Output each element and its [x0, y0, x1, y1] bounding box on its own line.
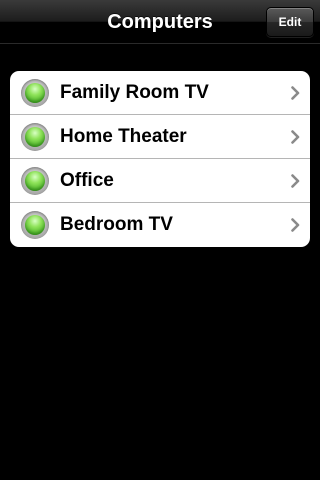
list-item-label: Home Theater [60, 126, 187, 147]
list-item-label: Office [60, 170, 114, 191]
status-light-icon [21, 211, 49, 239]
navigation-bar: Computers Edit [0, 0, 320, 44]
list-item-label: Bedroom TV [60, 214, 173, 235]
chevron-right-icon [291, 218, 300, 232]
computers-list: Family Room TV Home Theater Office Bedro… [10, 71, 310, 247]
list-item-label: Family Room TV [60, 82, 209, 103]
list-item-office[interactable]: Office [10, 159, 310, 203]
list-item-family-room-tv[interactable]: Family Room TV [10, 71, 310, 115]
chevron-right-icon [291, 130, 300, 144]
status-light-icon [21, 167, 49, 195]
edit-button[interactable]: Edit [266, 7, 314, 37]
chevron-right-icon [291, 174, 300, 188]
chevron-right-icon [291, 86, 300, 100]
status-light-icon [21, 123, 49, 151]
list-item-home-theater[interactable]: Home Theater [10, 115, 310, 159]
list-item-bedroom-tv[interactable]: Bedroom TV [10, 203, 310, 247]
status-light-icon [21, 79, 49, 107]
